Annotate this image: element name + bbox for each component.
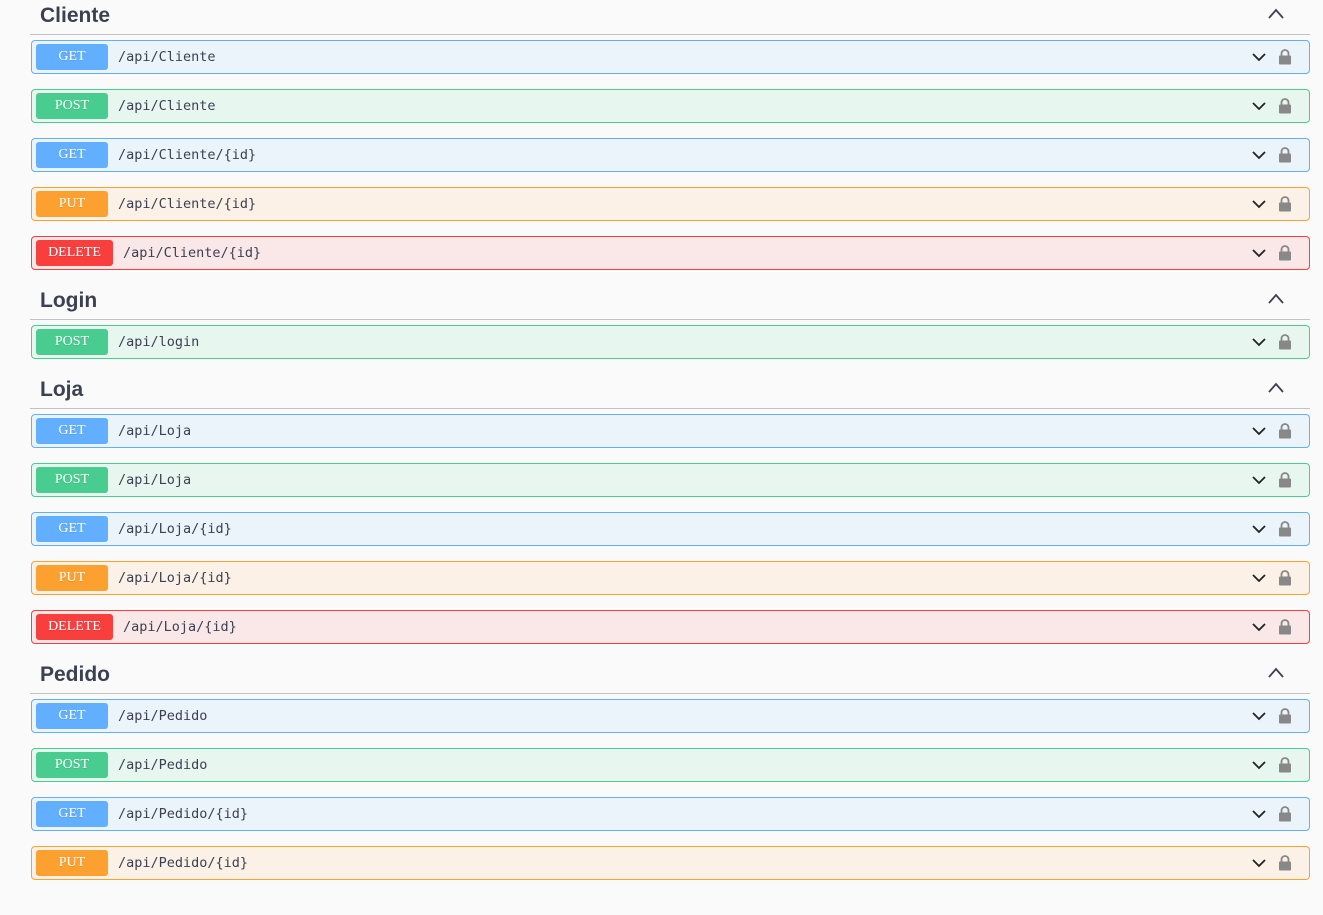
method-badge: GET: [36, 516, 108, 542]
chevron-down-icon[interactable]: [1251, 51, 1267, 63]
operation-path: /api/Loja: [118, 472, 192, 488]
api-section-pedido: Pedido GET /api/Pedido POST /api/Pedido …: [30, 659, 1310, 880]
operation-get[interactable]: GET /api/Cliente: [31, 40, 1310, 74]
operation-get[interactable]: GET /api/Cliente/{id}: [31, 138, 1310, 172]
operations-list: GET /api/Pedido POST /api/Pedido GET /ap…: [30, 699, 1310, 880]
api-section-cliente: Cliente GET /api/Cliente POST /api/Clien…: [30, 0, 1310, 270]
chevron-up-icon[interactable]: [1266, 6, 1286, 22]
operation-put[interactable]: PUT /api/Loja/{id}: [31, 561, 1310, 595]
chevron-down-icon[interactable]: [1251, 523, 1267, 535]
section-header[interactable]: Cliente: [30, 0, 1310, 35]
lock-icon[interactable]: [1278, 471, 1292, 488]
operation-get[interactable]: GET /api/Loja: [31, 414, 1310, 448]
operation-path: /api/Pedido/{id}: [118, 806, 249, 822]
operation-post[interactable]: POST /api/Cliente: [31, 89, 1310, 123]
chevron-up-icon[interactable]: [1266, 291, 1286, 307]
lock-icon[interactable]: [1278, 146, 1292, 163]
operation-get[interactable]: GET /api/Loja/{id}: [31, 512, 1310, 546]
operation-path: /api/Pedido: [118, 708, 208, 724]
lock-icon[interactable]: [1278, 618, 1292, 635]
lock-icon[interactable]: [1278, 756, 1292, 773]
method-badge: GET: [36, 142, 108, 168]
lock-icon[interactable]: [1278, 97, 1292, 114]
method-badge: GET: [36, 703, 108, 729]
section-title: Pedido: [40, 663, 111, 686]
lock-icon[interactable]: [1278, 195, 1292, 212]
chevron-down-icon[interactable]: [1251, 336, 1267, 348]
operation-path: /api/Loja/{id}: [118, 521, 232, 537]
lock-icon[interactable]: [1278, 48, 1292, 65]
method-badge: PUT: [36, 850, 108, 876]
chevron-down-icon[interactable]: [1251, 149, 1267, 161]
chevron-down-icon[interactable]: [1251, 474, 1267, 486]
operation-path: /api/Cliente: [118, 98, 216, 114]
lock-icon[interactable]: [1278, 422, 1292, 439]
lock-icon[interactable]: [1278, 569, 1292, 586]
method-badge: DELETE: [36, 614, 113, 640]
section-header[interactable]: Login: [30, 285, 1310, 320]
section-header[interactable]: Loja: [30, 374, 1310, 409]
lock-icon[interactable]: [1278, 333, 1292, 350]
lock-icon[interactable]: [1278, 520, 1292, 537]
operation-put[interactable]: PUT /api/Pedido/{id}: [31, 846, 1310, 880]
operation-path: /api/Loja: [118, 423, 192, 439]
operation-path: /api/login: [118, 334, 200, 350]
operation-path: /api/Loja/{id}: [118, 570, 232, 586]
operation-get[interactable]: GET /api/Pedido/{id}: [31, 797, 1310, 831]
lock-icon[interactable]: [1278, 244, 1292, 261]
lock-icon[interactable]: [1278, 707, 1292, 724]
operation-path: /api/Pedido: [118, 757, 208, 773]
method-badge: POST: [36, 329, 108, 355]
operation-post[interactable]: POST /api/login: [31, 325, 1310, 359]
operation-path: /api/Cliente/{id}: [118, 147, 257, 163]
section-title: Loja: [40, 378, 84, 401]
operation-path: /api/Cliente: [118, 49, 216, 65]
method-badge: POST: [36, 467, 108, 493]
method-badge: POST: [36, 93, 108, 119]
api-section-login: Login POST /api/login: [30, 285, 1310, 359]
operation-post[interactable]: POST /api/Loja: [31, 463, 1310, 497]
chevron-down-icon[interactable]: [1251, 198, 1267, 210]
operation-path: /api/Pedido/{id}: [118, 855, 249, 871]
operation-delete[interactable]: DELETE /api/Loja/{id}: [31, 610, 1310, 644]
chevron-down-icon[interactable]: [1251, 759, 1267, 771]
operation-path: /api/Cliente/{id}: [118, 196, 257, 212]
operation-delete[interactable]: DELETE /api/Cliente/{id}: [31, 236, 1310, 270]
lock-icon[interactable]: [1278, 854, 1292, 871]
method-badge: GET: [36, 801, 108, 827]
operation-path: /api/Loja/{id}: [123, 619, 237, 635]
operations-list: POST /api/login: [30, 325, 1310, 359]
operations-list: GET /api/Cliente POST /api/Cliente GET /…: [30, 40, 1310, 270]
operation-get[interactable]: GET /api/Pedido: [31, 699, 1310, 733]
chevron-down-icon[interactable]: [1251, 710, 1267, 722]
chevron-down-icon[interactable]: [1251, 621, 1267, 633]
chevron-down-icon[interactable]: [1251, 808, 1267, 820]
swagger-operations-list: Cliente GET /api/Cliente POST /api/Clien…: [30, 0, 1310, 895]
method-badge: POST: [36, 752, 108, 778]
section-title: Login: [40, 289, 98, 312]
operation-post[interactable]: POST /api/Pedido: [31, 748, 1310, 782]
method-badge: GET: [36, 418, 108, 444]
chevron-down-icon[interactable]: [1251, 857, 1267, 869]
section-title: Cliente: [40, 4, 111, 27]
chevron-down-icon[interactable]: [1251, 572, 1267, 584]
chevron-down-icon[interactable]: [1251, 247, 1267, 259]
method-badge: PUT: [36, 565, 108, 591]
chevron-up-icon[interactable]: [1266, 380, 1286, 396]
api-section-loja: Loja GET /api/Loja POST /api/Loja GET /a…: [30, 374, 1310, 644]
method-badge: GET: [36, 44, 108, 70]
chevron-down-icon[interactable]: [1251, 100, 1267, 112]
operation-put[interactable]: PUT /api/Cliente/{id}: [31, 187, 1310, 221]
operations-list: GET /api/Loja POST /api/Loja GET /api/Lo…: [30, 414, 1310, 644]
section-header[interactable]: Pedido: [30, 659, 1310, 694]
chevron-down-icon[interactable]: [1251, 425, 1267, 437]
chevron-up-icon[interactable]: [1266, 665, 1286, 681]
method-badge: PUT: [36, 191, 108, 217]
lock-icon[interactable]: [1278, 805, 1292, 822]
method-badge: DELETE: [36, 240, 113, 266]
operation-path: /api/Cliente/{id}: [123, 245, 262, 261]
